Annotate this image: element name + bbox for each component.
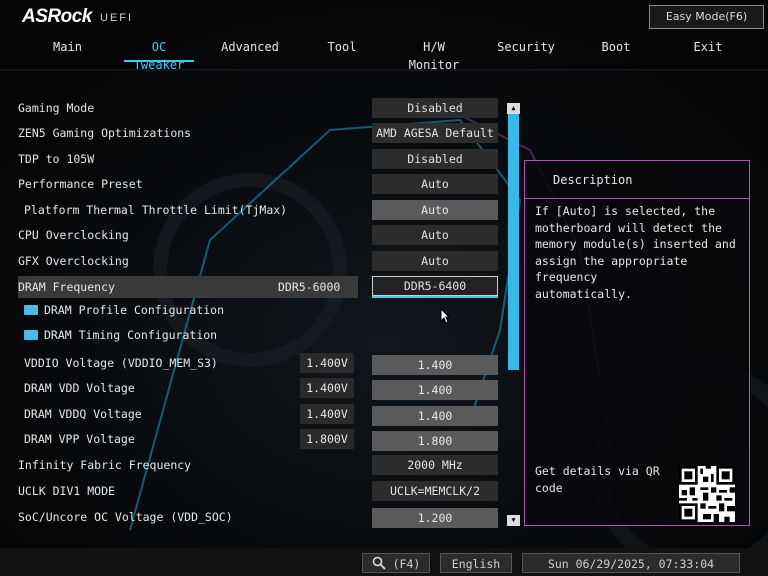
scroll-down-button[interactable]: ▼	[507, 515, 520, 526]
tab-main[interactable]: Main	[45, 38, 90, 60]
setting-soc-uncore-oc-voltage[interactable]: SoC/Uncore OC Voltage (VDD_SOC)	[18, 506, 358, 528]
vddio-voltage-current: 1.400V	[300, 353, 354, 373]
description-panel: Description If [Auto] is selected, the m…	[524, 160, 750, 526]
search-icon	[372, 556, 386, 570]
dram-vdd-voltage-value[interactable]: 1.400	[372, 380, 498, 400]
search-button[interactable]: (F4)	[362, 553, 430, 573]
tab-advanced[interactable]: Advanced	[220, 38, 280, 60]
tab-hw-monitor[interactable]: H/W Monitor	[395, 38, 473, 72]
tab-security[interactable]: Security	[496, 38, 556, 60]
setting-uclk-div1-mode[interactable]: UCLK DIV1 MODE	[18, 480, 358, 502]
setting-dram-frequency[interactable]: DRAM Frequency DDR5-6000	[18, 276, 358, 298]
uefi-label: UEFI	[100, 12, 134, 24]
setting-performance-preset[interactable]: Performance Preset	[18, 173, 358, 195]
folder-icon	[24, 305, 38, 315]
easy-mode-button[interactable]: Easy Mode(F6)	[649, 5, 764, 29]
dram-vpp-voltage-value[interactable]: 1.800	[372, 431, 498, 451]
performance-preset-value[interactable]: Auto	[372, 174, 498, 194]
description-divider	[525, 198, 749, 199]
gfx-overclocking-value[interactable]: Auto	[372, 251, 498, 271]
gaming-mode-value[interactable]: Disabled	[372, 98, 498, 118]
dram-timing-configuration-label: DRAM Timing Configuration	[44, 328, 218, 342]
dram-frequency-label: DRAM Frequency	[18, 280, 115, 294]
setting-zen5-gaming-optimizations[interactable]: ZEN5 Gaming Optimizations	[18, 122, 358, 144]
scroll-up-button[interactable]: ▲	[507, 103, 520, 114]
setting-gaming-mode[interactable]: Gaming Mode	[18, 97, 358, 119]
platform-thermal-throttle-limit-value[interactable]: Auto	[372, 200, 498, 220]
dram-vddq-voltage-current: 1.400V	[300, 404, 354, 424]
infinity-fabric-frequency-value[interactable]: 2000 MHz	[372, 455, 498, 475]
qr-code	[679, 466, 735, 522]
setting-infinity-fabric-frequency[interactable]: Infinity Fabric Frequency	[18, 454, 358, 476]
search-key-label: (F4)	[392, 557, 421, 571]
dram-profile-configuration-label: DRAM Profile Configuration	[44, 303, 225, 317]
description-text: If [Auto] is selected, the motherboard w…	[535, 204, 736, 301]
dram-frequency-current: DDR5-6000	[278, 280, 341, 294]
tdp-to-105w-value[interactable]: Disabled	[372, 149, 498, 169]
scrollbar-thumb[interactable]	[508, 114, 519, 370]
dram-vddq-voltage-value[interactable]: 1.400	[372, 406, 498, 426]
tab-exit[interactable]: Exit	[690, 38, 726, 60]
soc-uncore-oc-voltage-value[interactable]: 1.200	[372, 508, 498, 528]
dram-frequency-value[interactable]: DDR5-6400	[372, 276, 498, 298]
tab-boot[interactable]: Boot	[598, 38, 634, 60]
setting-tdp-to-105w[interactable]: TDP to 105W	[18, 148, 358, 170]
setting-platform-thermal-throttle-limit[interactable]: Platform Thermal Throttle Limit(TjMax)	[18, 199, 364, 221]
asrock-logo: ASRock	[22, 6, 92, 27]
datetime-display: Sun 06/29/2025, 07:33:04	[522, 553, 740, 573]
language-button[interactable]: English	[440, 553, 512, 573]
qr-label: Get details via QR code	[535, 464, 660, 495]
setting-cpu-overclocking[interactable]: CPU Overclocking	[18, 224, 358, 246]
mouse-cursor-icon	[440, 308, 450, 324]
uclk-div1-mode-value[interactable]: UCLK=MEMCLK/2	[372, 481, 498, 501]
submenu-dram-timing-configuration[interactable]: DRAM Timing Configuration	[18, 324, 364, 346]
tab-tool[interactable]: Tool	[322, 38, 362, 60]
submenu-dram-profile-configuration[interactable]: DRAM Profile Configuration	[18, 299, 364, 321]
folder-open-icon	[24, 330, 38, 340]
setting-gfx-overclocking[interactable]: GFX Overclocking	[18, 250, 358, 272]
cpu-overclocking-value[interactable]: Auto	[372, 225, 498, 245]
dram-vdd-voltage-current: 1.400V	[300, 378, 354, 398]
description-title: Description	[553, 173, 633, 187]
dram-vpp-voltage-current: 1.800V	[300, 429, 354, 449]
zen5-gaming-optimizations-value[interactable]: AMD AGESA Default	[372, 123, 498, 143]
tab-oc-tweaker[interactable]: OC Tweaker	[124, 38, 194, 72]
top-navigation: Main OC Tweaker Advanced Tool H/W Monito…	[0, 38, 768, 72]
vddio-voltage-value[interactable]: 1.400	[372, 355, 498, 375]
